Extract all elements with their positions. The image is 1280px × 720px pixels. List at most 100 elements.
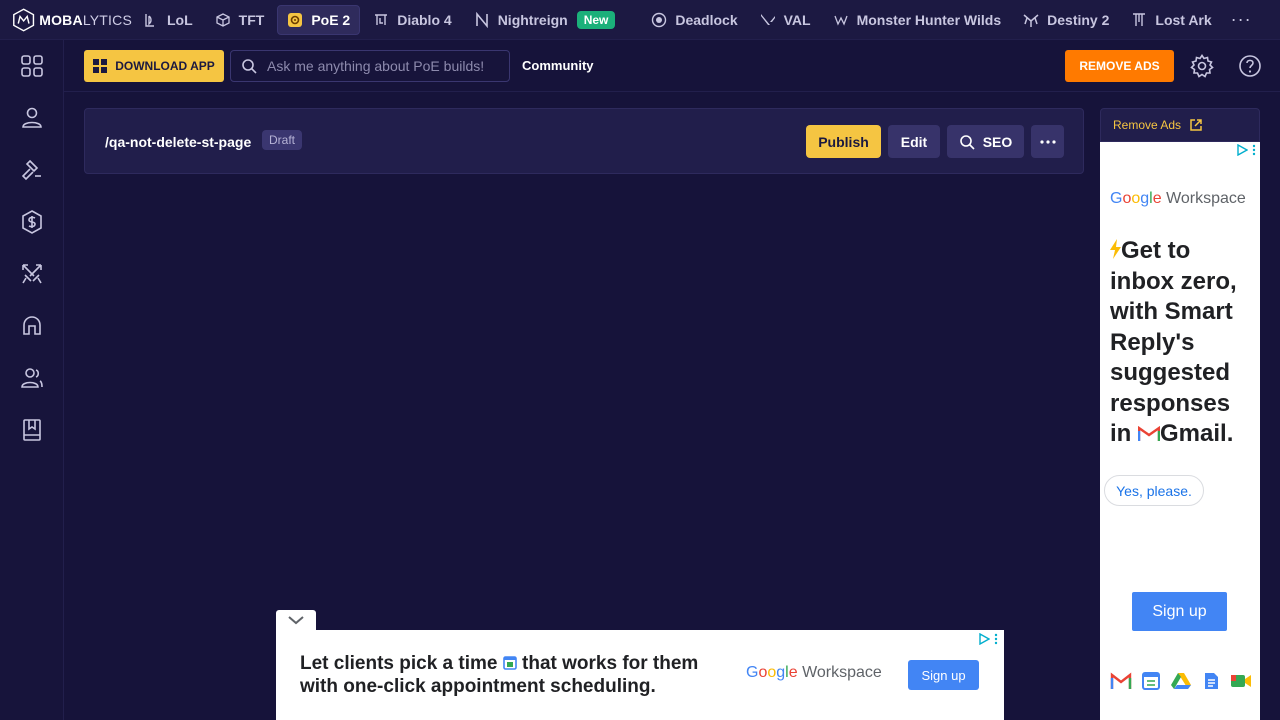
header-bar: DOWNLOAD APP Community REMOVE ADS <box>64 40 1280 92</box>
ad-choices[interactable] <box>1236 144 1256 156</box>
community-icon[interactable] <box>20 366 44 390</box>
ad-choices-icon <box>1237 144 1248 156</box>
edit-button[interactable]: Edit <box>888 125 940 158</box>
bottom-ad-headline: Let clients pick a time that works for t… <box>300 652 730 698</box>
calendar-icon <box>502 656 517 670</box>
nightreign-icon <box>475 11 488 28</box>
ad-menu-icon <box>1252 144 1256 156</box>
docs-icon <box>1205 673 1218 689</box>
user-icon[interactable] <box>20 106 44 130</box>
tab-diablo4-label: Diablo 4 <box>397 11 452 28</box>
tab-monster-hunter-wilds[interactable]: Monster Hunter Wilds <box>824 5 1011 35</box>
side-ad-signup-button[interactable]: Sign up <box>1132 592 1227 631</box>
tab-tft[interactable]: TFT <box>206 5 274 35</box>
windows-icon <box>93 59 108 73</box>
side-advertisement[interactable]: Google Workspace Get to inbox zero, with… <box>1100 142 1260 720</box>
tab-val-label: VAL <box>783 11 811 28</box>
draft-status-badge: Draft <box>262 130 303 150</box>
ad-headline-text: Get to inbox zero, with Smart Reply's su… <box>1110 237 1237 447</box>
remove-ads-link-label: Remove Ads <box>1113 118 1182 132</box>
grid-icon[interactable] <box>20 54 44 78</box>
logo-text-thin: LYTICS <box>82 11 132 28</box>
tft-icon <box>216 12 230 27</box>
search-input[interactable] <box>267 58 497 74</box>
calendar-icon <box>1142 672 1160 690</box>
currency-icon[interactable] <box>20 210 44 234</box>
tab-monster-hunter-label: Monster Hunter Wilds <box>856 11 1002 28</box>
helmet-icon[interactable] <box>20 314 44 338</box>
seo-label: SEO <box>982 133 1013 150</box>
deadlock-icon <box>652 12 667 27</box>
bottom-advertisement[interactable]: Let clients pick a time that works for t… <box>276 630 1004 720</box>
destiny2-icon <box>1023 13 1039 27</box>
lost-ark-icon <box>1133 12 1146 26</box>
yes-please-button[interactable]: Yes, please. <box>1104 475 1204 506</box>
tab-tft-label: TFT <box>238 11 265 28</box>
remove-ads-link[interactable]: Remove Ads <box>1100 108 1260 142</box>
lol-icon <box>145 13 154 27</box>
seo-button[interactable]: SEO <box>947 125 1024 158</box>
more-options-button[interactable] <box>1031 125 1064 158</box>
workspace-text: Workspace <box>1166 190 1246 207</box>
gmail-icon <box>1110 672 1132 689</box>
help-icon[interactable] <box>1238 54 1262 78</box>
hammer-icon[interactable] <box>20 158 44 182</box>
tab-lol[interactable]: LoL <box>134 5 202 35</box>
bottom-ad-line1b: that works for them <box>522 653 699 674</box>
mobalytics-logo-icon <box>13 7 35 32</box>
tab-destiny2-label: Destiny 2 <box>1047 11 1110 28</box>
search-icon <box>242 59 257 74</box>
monster-hunter-icon <box>833 15 848 26</box>
chevron-down-icon <box>288 616 304 625</box>
page-slug: /qa-not-delete-st-page <box>105 134 252 150</box>
swords-icon[interactable] <box>20 262 44 286</box>
google-workspace-logo: Google Workspace <box>1110 190 1246 207</box>
external-link-icon <box>1190 119 1202 131</box>
mobalytics-logo[interactable]: MOBALYTICS <box>0 7 132 33</box>
workspace-app-icons <box>1110 672 1252 690</box>
gmail-icon <box>1137 425 1161 441</box>
more-horizontal-icon <box>1039 139 1056 144</box>
ad-menu-icon <box>994 633 998 645</box>
community-link[interactable]: Community <box>522 58 594 73</box>
valorant-icon <box>760 13 775 25</box>
bottom-ad-signup-button[interactable]: Sign up <box>908 660 979 690</box>
more-games-menu-icon[interactable]: ··· <box>1231 9 1252 30</box>
tab-poe2-label: PoE 2 <box>311 11 351 28</box>
publish-button[interactable]: Publish <box>806 125 881 158</box>
meet-icon <box>1231 675 1251 687</box>
tab-val[interactable]: VAL <box>751 5 820 35</box>
lightning-bolt-icon <box>1110 239 1121 259</box>
ad-headline: Get to inbox zero, with Smart Reply's su… <box>1110 236 1256 450</box>
tab-deadlock[interactable]: Deadlock <box>642 5 746 35</box>
ad-choices-icon <box>979 633 990 645</box>
collapse-ad-tab[interactable] <box>276 610 316 630</box>
book-icon[interactable] <box>20 418 44 442</box>
gear-icon[interactable] <box>1190 54 1214 78</box>
tab-destiny2[interactable]: Destiny 2 <box>1014 5 1118 35</box>
tab-poe2[interactable]: PoE 2 <box>277 4 361 35</box>
download-app-label: DOWNLOAD APP <box>115 59 215 73</box>
bottom-ad-line2: with one-click appointment scheduling. <box>300 676 656 697</box>
tab-lost-ark[interactable]: Lost Ark <box>1122 5 1220 35</box>
poe2-icon <box>288 12 303 27</box>
page-editor-card: /qa-not-delete-st-page Draft Publish Edi… <box>84 108 1084 174</box>
drive-icon <box>1171 673 1191 689</box>
google-workspace-logo: Google Workspace <box>746 664 882 681</box>
workspace-text: Workspace <box>802 664 882 681</box>
ad-choices[interactable] <box>978 633 998 645</box>
tab-nightreign[interactable]: Nightreign New <box>465 5 625 35</box>
sidebar <box>0 40 64 720</box>
download-app-button[interactable]: DOWNLOAD APP <box>84 50 224 82</box>
top-nav: MOBALYTICS LoL TFT PoE 2 Diablo 4 Nightr… <box>0 0 1280 40</box>
remove-ads-button[interactable]: REMOVE ADS <box>1065 50 1174 82</box>
diablo4-icon <box>375 13 388 25</box>
ad-headline-end: Gmail. <box>1160 420 1234 447</box>
tab-diablo4[interactable]: Diablo 4 <box>364 5 460 35</box>
search-icon <box>959 134 975 150</box>
tab-lost-ark-label: Lost Ark <box>1155 11 1212 28</box>
tab-deadlock-label: Deadlock <box>675 11 738 28</box>
tab-nightreign-label: Nightreign <box>497 11 568 28</box>
tab-lol-label: LoL <box>167 11 193 28</box>
search-box[interactable] <box>230 50 510 82</box>
